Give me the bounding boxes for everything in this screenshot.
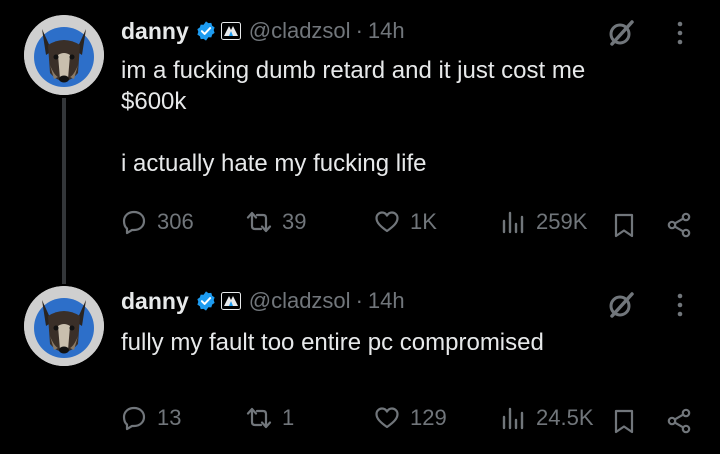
reply-icon [122,406,146,431]
view-count: 24.5K [536,405,594,430]
reply-count: 13 [157,405,182,430]
tweet-actions: 306 39 1K 259K [0,209,720,241]
tweet[interactable]: danny @cladzsol · 14h fully my fault too… [0,270,720,454]
views-button[interactable]: 24.5K [500,405,594,431]
tweet[interactable]: danny @cladzsol · 14h im a fucking dumb … [0,0,720,260]
repost-count: 39 [282,209,307,234]
tweet-actions: 13 1 129 24.5K [0,405,720,437]
repost-button[interactable]: 1 [246,405,294,431]
grok-icon[interactable] [606,18,636,48]
bookmark-icon[interactable] [611,212,637,238]
repost-count: 1 [282,405,295,430]
dog-avatar-image [24,286,104,366]
reply-count: 306 [157,209,194,234]
views-button[interactable]: 259K [500,209,587,235]
like-button[interactable]: 129 [374,405,447,431]
more-options-icon[interactable] [672,18,688,48]
grok-icon[interactable] [606,290,636,320]
avatar[interactable] [24,286,104,366]
repost-icon [246,211,272,233]
tweet-text: fully my fault too entire pc compromised [121,329,544,356]
tweet-text: im a fucking dumb retard and it just cos… [121,57,586,177]
like-count: 1K [410,209,437,234]
share-icon[interactable] [666,212,692,238]
verified-badge-icon[interactable] [195,290,217,312]
views-chart-icon [502,211,524,234]
like-button[interactable]: 1K [374,209,437,235]
separator-dot: · [355,18,363,43]
tweet-header: danny @cladzsol · 14h [121,286,405,316]
timestamp[interactable]: 14h [368,18,405,44]
display-name[interactable]: danny [121,18,189,45]
reply-icon [122,210,146,235]
avatar[interactable] [24,15,104,95]
display-name[interactable]: danny [121,288,189,315]
dog-avatar-image [24,15,104,95]
more-options-icon[interactable] [672,290,688,320]
view-count: 259K [536,209,588,234]
affiliate-badge-icon[interactable] [220,292,241,310]
heart-icon [375,211,399,233]
tweet-header: danny @cladzsol · 14h [121,16,405,46]
reply-button[interactable]: 306 [121,209,194,235]
views-chart-icon [502,407,524,430]
handle[interactable]: @cladzsol [249,18,351,44]
repost-button[interactable]: 39 [246,209,306,235]
heart-icon [375,407,399,429]
verified-badge-icon[interactable] [195,20,217,42]
separator-dot: · [355,288,363,313]
reply-button[interactable]: 13 [121,405,181,431]
timestamp[interactable]: 14h [368,288,405,314]
like-count: 129 [410,405,447,430]
share-icon[interactable] [666,408,692,434]
repost-icon [246,407,272,429]
bookmark-icon[interactable] [611,408,637,434]
handle[interactable]: @cladzsol [249,288,351,314]
affiliate-badge-icon[interactable] [220,22,241,40]
